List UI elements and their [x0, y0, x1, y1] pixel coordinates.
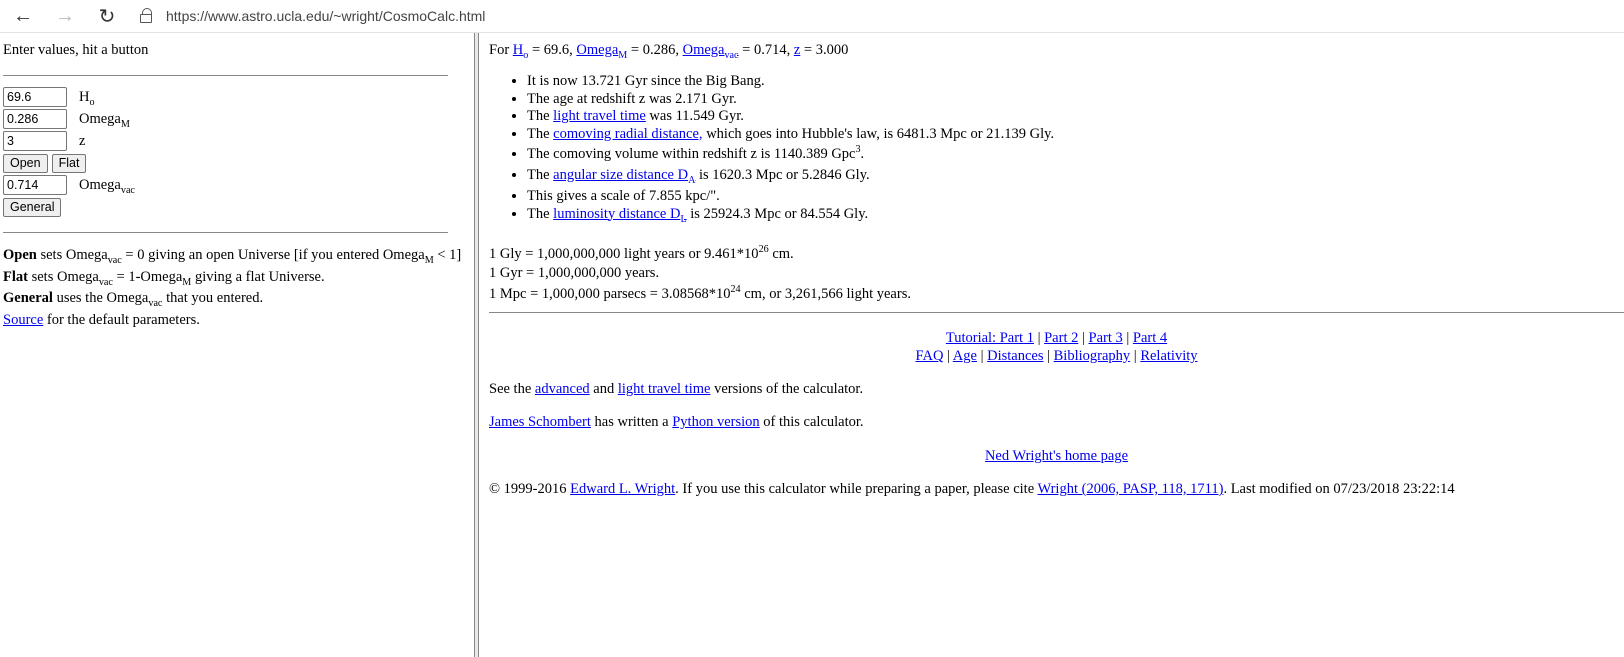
h0-row: Ho	[3, 86, 474, 108]
tutorial-part3-link[interactable]: Part 3	[1089, 330, 1123, 346]
list-item: This gives a scale of 7.855 kpc/".	[527, 188, 1624, 206]
light-travel-time-link[interactable]: light travel time	[553, 108, 646, 124]
python-version-link[interactable]: Python version	[672, 414, 759, 430]
address-bar[interactable]: https://www.astro.ucla.edu/~wright/Cosmo…	[140, 8, 485, 24]
input-frame: Enter values, hit a button Ho OmegaM z O…	[0, 33, 474, 657]
omegavac-row: Omegavac	[3, 174, 474, 196]
flat-button[interactable]: Flat	[51, 153, 87, 173]
ltt-version-link[interactable]: light travel time	[618, 381, 711, 397]
divider-line	[3, 232, 448, 233]
age-link[interactable]: Age	[953, 348, 977, 364]
omegavac-link[interactable]: Omegavac	[683, 42, 739, 61]
z-input[interactable]	[3, 131, 67, 151]
list-item: The angular size distance DA is 1620.3 M…	[527, 167, 1624, 186]
luminosity-distance-link[interactable]: luminosity distance DL	[553, 206, 686, 225]
list-item: The luminosity distance DL is 25924.3 Mp…	[527, 206, 1624, 225]
home-page: Ned Wright's home page	[489, 447, 1624, 465]
bibliography-link[interactable]: Bibliography	[1054, 348, 1131, 364]
schombert-link[interactable]: James Schombert	[489, 414, 591, 430]
z-row: z	[3, 130, 474, 152]
divider-line	[489, 312, 1624, 313]
lock-icon[interactable]	[140, 8, 154, 24]
unit-gyr: 1 Gyr = 1,000,000,000 years.	[489, 265, 660, 281]
h0-label: Ho	[79, 88, 95, 108]
tutorial-nav: Tutorial: Part 1 | Part 2 | Part 3 | Par…	[915, 330, 1198, 364]
citation-link[interactable]: Wright (2006, PASP, 118, 1711)	[1038, 481, 1224, 497]
relativity-link[interactable]: Relativity	[1140, 348, 1197, 364]
tutorial-part2-link[interactable]: Part 2	[1044, 330, 1078, 346]
tutorial-part4-link[interactable]: Part 4	[1133, 330, 1167, 346]
python-text: James Schombert has written a Python ver…	[489, 414, 864, 430]
url-text[interactable]: https://www.astro.ucla.edu/~wright/Cosmo…	[166, 8, 485, 24]
unit-gly: 1 Gly = 1,000,000,000 light years or 9.4…	[489, 244, 794, 262]
reload-icon[interactable]: ↻	[96, 5, 118, 28]
back-arrow-icon[interactable]: ←	[12, 5, 34, 27]
list-item: It is now 13.721 Gyr since the Big Bang.	[527, 73, 1624, 91]
z-label: z	[79, 132, 86, 149]
advanced-link[interactable]: advanced	[535, 381, 590, 397]
h0-link[interactable]: Ho	[513, 42, 529, 61]
versions-text: See the advanced and light travel time v…	[489, 381, 864, 397]
browser-toolbar: ← → ↻ https://www.astro.ucla.edu/~wright…	[0, 0, 1624, 33]
omegam-input[interactable]	[3, 109, 67, 129]
list-item: The age at redshift z was 2.171 Gyr.	[527, 91, 1624, 109]
help-open: Open sets Omegavac = 0 giving an open Un…	[3, 247, 462, 266]
omegavac-label: Omegavac	[79, 176, 135, 196]
comoving-radial-distance-link[interactable]: comoving radial distance,	[553, 126, 702, 142]
tutorial-part1-link[interactable]: Tutorial: Part 1	[946, 330, 1034, 346]
faq-link[interactable]: FAQ	[915, 348, 943, 364]
omegam-label: OmegaM	[79, 110, 130, 130]
open-button[interactable]: Open	[3, 153, 48, 173]
angular-size-distance-link[interactable]: angular size distance DA	[553, 167, 695, 186]
divider-line	[3, 75, 448, 76]
home-page-link[interactable]: Ned Wright's home page	[985, 448, 1128, 464]
frameset: Enter values, hit a button Ho OmegaM z O…	[0, 33, 1624, 657]
result-header: For Ho = 69.6, OmegaM = 0.286, Omegavac …	[489, 42, 849, 61]
unit-definitions: 1 Gly = 1,000,000,000 light years or 9.4…	[489, 244, 1624, 304]
h0-input[interactable]	[3, 87, 67, 107]
general-row: General	[3, 196, 474, 218]
distances-link[interactable]: Distances	[987, 348, 1043, 364]
results-list: It is now 13.721 Gyr since the Big Bang.…	[489, 73, 1624, 225]
list-item: The comoving volume within redshift z is…	[527, 144, 1624, 164]
list-item: The comoving radial distance, which goes…	[527, 126, 1624, 144]
output-frame: For Ho = 69.6, OmegaM = 0.286, Omegavac …	[479, 33, 1624, 657]
wright-link[interactable]: Edward L. Wright	[570, 481, 675, 497]
help-flat: Flat sets Omegavac = 1-OmegaM giving a f…	[3, 268, 325, 288]
omegam-link[interactable]: OmegaM	[576, 42, 627, 61]
general-button[interactable]: General	[3, 197, 62, 217]
omegam-row: OmegaM	[3, 108, 474, 130]
forward-arrow-icon[interactable]: →	[54, 5, 76, 27]
help-source: Source for the default parameters.	[3, 311, 200, 328]
open-flat-row: Open Flat	[3, 152, 474, 174]
list-item: The light travel time was 11.549 Gyr.	[527, 108, 1624, 126]
help-general: General uses the Omegavac that you enter…	[3, 290, 264, 309]
footer: © 1999-2016 Edward L. Wright. If you use…	[489, 481, 1455, 497]
unit-mpc: 1 Mpc = 1,000,000 parsecs = 3.08568*1024…	[489, 284, 911, 302]
source-link[interactable]: Source	[3, 312, 43, 328]
omegavac-input[interactable]	[3, 175, 67, 195]
help-text: Open sets Omegavac = 0 giving an open Un…	[3, 245, 474, 331]
intro-text: Enter values, hit a button	[3, 42, 149, 58]
